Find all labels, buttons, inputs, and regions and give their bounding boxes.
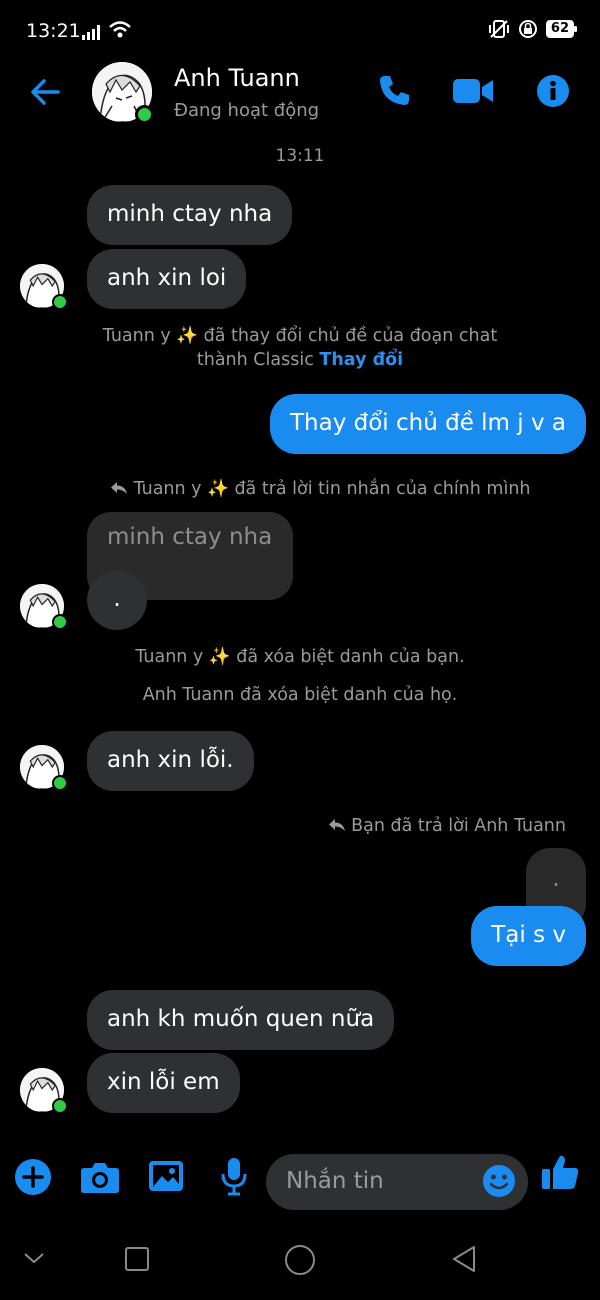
reply-note: Bạn đã trả lời Anh Tuann [328, 816, 566, 836]
smiley-icon[interactable] [482, 1164, 516, 1198]
contact-status: Đang hoạt động [174, 100, 320, 121]
image-icon[interactable] [148, 1160, 184, 1192]
signal-icon [82, 25, 100, 40]
system-message: Tuann y ✨ đã thay đổi chủ đề của đoạn ch… [0, 324, 600, 372]
online-indicator [52, 1098, 68, 1114]
reply-icon [328, 819, 345, 831]
message-sent[interactable]: Thay đổi chủ đề lm j v a [269, 394, 586, 454]
home-icon[interactable] [284, 1244, 316, 1276]
online-indicator [52, 294, 68, 310]
back-nav-icon[interactable] [450, 1244, 478, 1274]
system-message-text: thành Classic [196, 350, 314, 370]
status-time: 13:21 [26, 20, 81, 42]
system-navigation-bar [0, 1220, 600, 1300]
camera-icon[interactable] [80, 1160, 120, 1194]
message-composer: Nhắn tin [0, 1148, 600, 1212]
system-message: Anh Tuann đã xóa biệt danh của họ. [142, 685, 458, 705]
message-received[interactable]: anh kh muốn quen nữa [87, 990, 395, 1050]
message-input[interactable]: Nhắn tin [266, 1154, 528, 1210]
contact-name[interactable]: Anh Tuann [174, 64, 300, 92]
video-icon[interactable] [452, 76, 494, 106]
recent-apps-icon[interactable] [124, 1246, 150, 1272]
online-indicator [52, 614, 68, 630]
thumbs-up-icon[interactable] [540, 1152, 580, 1192]
info-icon[interactable] [536, 74, 570, 108]
chat-header: Anh Tuann Đang hoạt động [0, 58, 600, 128]
change-theme-link[interactable]: Thay đổi [319, 350, 403, 370]
system-message: Tuann y ✨ đã xóa biệt danh của bạn. [135, 647, 465, 667]
message-received[interactable]: anh xin loi [87, 249, 247, 309]
battery-indicator: 62 [545, 20, 578, 38]
microphone-icon[interactable] [220, 1156, 248, 1196]
system-message-line: thành Classic Thay đổi [0, 348, 600, 372]
lock-rotation-icon [518, 20, 537, 38]
online-indicator [52, 775, 68, 791]
status-bar: 13:21 62 [0, 0, 600, 60]
message-received[interactable]: xin lỗi em [87, 1053, 240, 1113]
message-received[interactable]: minh ctay nha [87, 185, 293, 245]
message-received[interactable]: anh xin lỗi. [87, 731, 254, 791]
wifi-icon [109, 21, 131, 38]
reply-note: Tuann y ✨ đã trả lời tin nhắn của chính … [110, 479, 531, 499]
message-received[interactable]: . [87, 570, 147, 630]
reply-note-text: Bạn đã trả lời Anh Tuann [351, 816, 566, 836]
chevron-down-icon[interactable] [22, 1250, 46, 1266]
vibrate-icon [488, 20, 509, 38]
phone-icon[interactable] [376, 72, 412, 108]
quoted-message-text: . [552, 866, 560, 892]
message-input-placeholder: Nhắn tin [286, 1168, 384, 1194]
message-sent[interactable]: Tại s v [471, 906, 586, 966]
arrow-left-icon[interactable] [28, 74, 64, 110]
chat-timestamp: 13:11 [275, 146, 325, 166]
online-indicator [135, 105, 154, 124]
quoted-message-text: minh ctay nha [107, 524, 273, 550]
reply-icon [111, 482, 127, 494]
reply-note-text: Tuann y ✨ đã trả lời tin nhắn của chính … [133, 479, 531, 499]
system-message-line: Tuann y ✨ đã thay đổi chủ đề của đoạn ch… [102, 326, 498, 346]
plus-circle-icon[interactable] [14, 1158, 52, 1196]
